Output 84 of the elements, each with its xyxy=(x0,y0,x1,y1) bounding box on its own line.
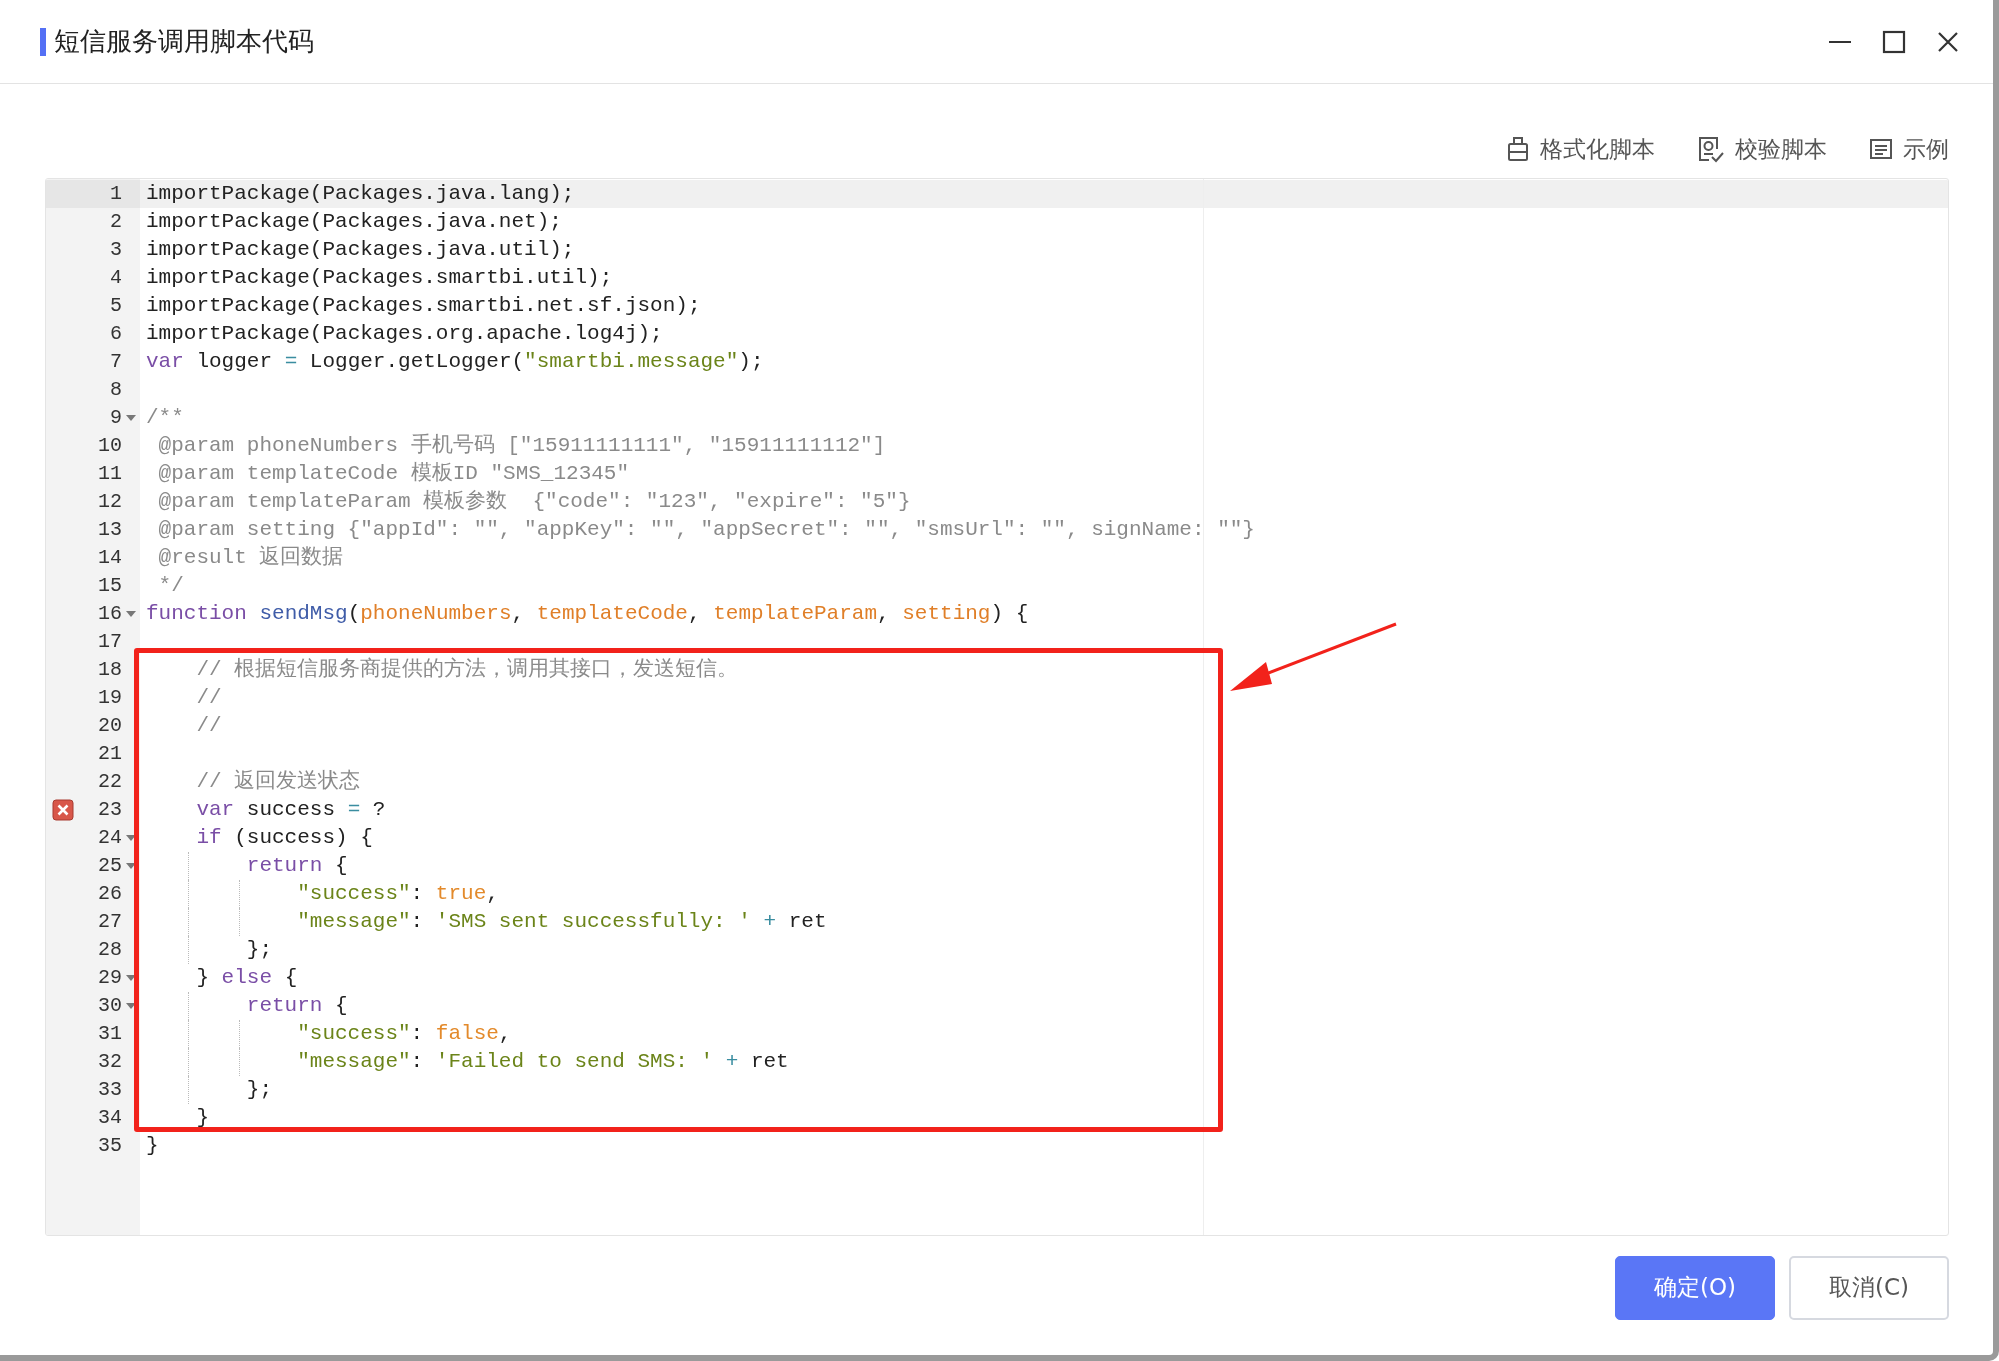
line-number: 13 xyxy=(98,516,122,543)
line-number: 30 xyxy=(98,992,122,1019)
code-line: @result 返回数据 xyxy=(158,545,344,569)
code-line: var success = ? xyxy=(196,797,386,821)
code-line: @param phoneNumbers 手机号码 ["15911111111", "15911111112"] xyxy=(158,433,886,457)
code-line: importPackage(Packages.smartbi.net.sf.json); xyxy=(146,293,701,317)
line-number: 29 xyxy=(98,964,122,991)
document-list-icon xyxy=(1869,137,1893,162)
code-line: importPackage(Packages.smartbi.util); xyxy=(146,265,613,289)
line-number: 32 xyxy=(98,1048,122,1075)
line-number: 3 xyxy=(110,236,122,263)
code-line: return { xyxy=(246,853,348,877)
code-line: "message": 'SMS sent successfully: ' + ret xyxy=(297,909,827,933)
line-number: 35 xyxy=(98,1132,122,1159)
code-line: // xyxy=(196,713,222,737)
title-accent-bar xyxy=(40,27,46,56)
line-number: 4 xyxy=(110,264,122,291)
line-number: 2 xyxy=(110,208,122,235)
line-number: 9 xyxy=(110,404,122,431)
fold-caret-icon[interactable] xyxy=(126,414,136,421)
line-number: 7 xyxy=(110,348,122,375)
line-number: 23 xyxy=(98,796,122,823)
line-number: 14 xyxy=(98,544,122,571)
code-line: importPackage(Packages.java.lang); xyxy=(146,181,575,205)
code-line: @param setting {"appId": "", "appKey": "", "appSecret": "", "smsUrl": "", signName: ""} xyxy=(158,517,1255,541)
code-line: return { xyxy=(246,993,348,1017)
code-line: }; xyxy=(246,1077,272,1101)
code-line: "message": 'Failed to send SMS: ' + ret xyxy=(297,1049,789,1073)
validate-script-button[interactable]: 校验脚本 xyxy=(1697,132,1827,167)
line-number: 28 xyxy=(98,936,122,963)
code-line: importPackage(Packages.java.net); xyxy=(146,209,562,233)
line-number: 20 xyxy=(98,712,122,739)
code-line: // xyxy=(196,685,222,709)
line-number: 12 xyxy=(98,488,122,515)
fold-caret-icon[interactable] xyxy=(126,974,136,981)
cancel-button[interactable]: 取消(C) xyxy=(1789,1255,1949,1320)
code-line: function sendMsg(phoneNumbers, templateCode, templateParam, setting) { xyxy=(146,601,1029,625)
code-line: */ xyxy=(158,573,184,597)
clipboard-icon xyxy=(1506,136,1530,163)
code-line: var logger = Logger.getLogger("smartbi.message"); xyxy=(146,349,764,373)
code-line: if (success) { xyxy=(196,825,373,849)
code-line: @param templateCode 模板ID "SMS_12345" xyxy=(158,461,630,485)
line-number: 11 xyxy=(98,460,122,487)
code-line: }; xyxy=(246,937,272,961)
line-number: 16 xyxy=(98,600,122,627)
line-number: 5 xyxy=(110,292,122,319)
line-number: 26 xyxy=(98,880,122,907)
line-number: 8 xyxy=(110,376,122,403)
code-line: /** xyxy=(146,405,184,429)
line-number: 33 xyxy=(98,1076,122,1103)
line-number: 27 xyxy=(98,908,122,935)
code-editor[interactable] xyxy=(45,177,1949,1236)
code-line: importPackage(Packages.java.util); xyxy=(146,237,575,261)
line-number: 10 xyxy=(98,432,122,459)
code-line: "success": false, xyxy=(297,1021,512,1045)
line-number: 1 xyxy=(110,180,122,207)
line-number: 31 xyxy=(98,1020,122,1047)
line-number: 19 xyxy=(98,684,122,711)
fold-caret-icon[interactable] xyxy=(126,834,136,841)
line-number: 18 xyxy=(98,656,122,683)
code-line: // 根据短信服务商提供的方法，调用其接口，发送短信。 xyxy=(196,657,739,681)
line-number: 22 xyxy=(98,768,122,795)
code-line: // 返回发送状态 xyxy=(196,769,361,793)
fold-caret-icon[interactable] xyxy=(126,610,136,617)
line-number: 6 xyxy=(110,320,122,347)
line-number: 34 xyxy=(98,1104,122,1131)
code-line: "success": true, xyxy=(297,881,499,905)
code-line: importPackage(Packages.org.apache.log4j); xyxy=(146,321,663,345)
line-number: 25 xyxy=(98,852,122,879)
format-script-button[interactable]: 格式化脚本 xyxy=(1506,132,1655,167)
code-line: @param templateParam 模板参数 {"code": "123", "expire": "5"} xyxy=(158,489,911,513)
fold-caret-icon[interactable] xyxy=(126,1002,136,1009)
confirm-button[interactable]: 确定(O) xyxy=(1615,1255,1775,1320)
code-line: } xyxy=(196,1105,209,1129)
line-number: 15 xyxy=(98,572,122,599)
line-number: 24 xyxy=(98,824,122,851)
document-check-icon xyxy=(1697,135,1725,164)
window-title: 短信服务调用脚本代码 xyxy=(54,25,314,58)
line-number: 21 xyxy=(98,740,122,767)
example-button[interactable]: 示例 xyxy=(1869,132,1949,167)
code-line: } xyxy=(146,1133,159,1157)
code-line: } else { xyxy=(196,965,298,989)
fold-caret-icon[interactable] xyxy=(126,862,136,869)
line-number: 17 xyxy=(98,628,122,655)
